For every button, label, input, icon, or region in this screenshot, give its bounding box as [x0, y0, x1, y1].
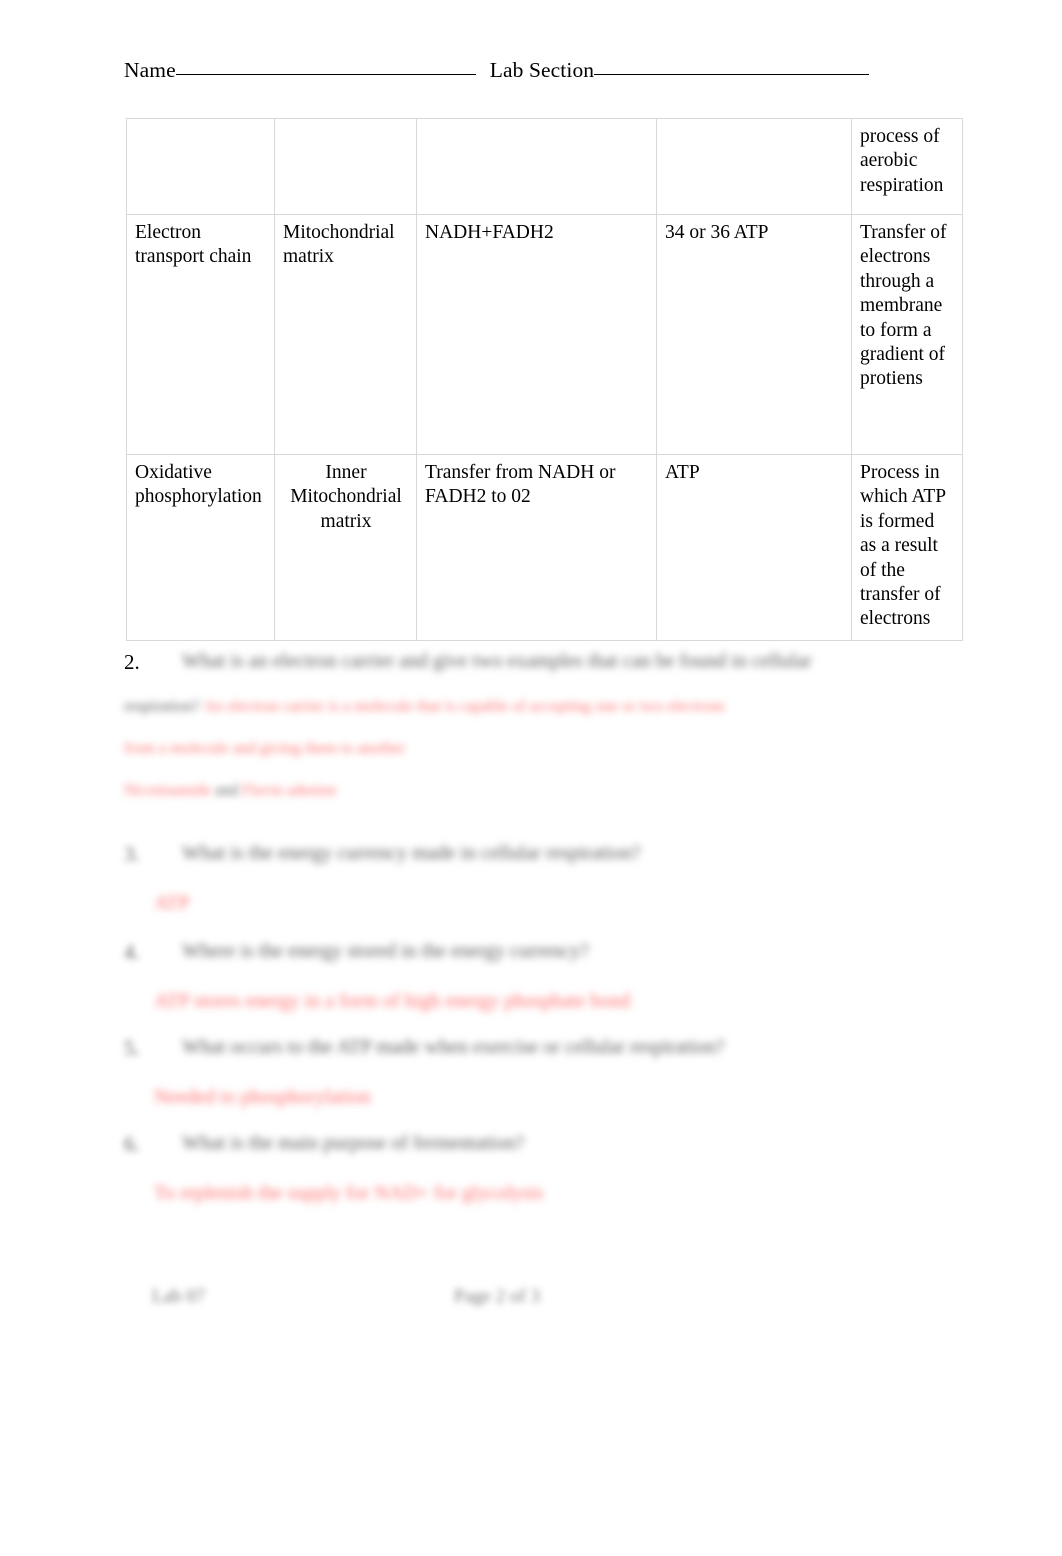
- question-2: 2. What is an electron carrier and give …: [124, 648, 954, 800]
- question-4-answer: ATP stores energy in a form of high ener…: [154, 990, 631, 1013]
- question-6: 6. What is the main purpose of fermentat…: [124, 1130, 954, 1207]
- cell-reactants: NADH+FADH2: [416, 214, 657, 455]
- question-3: 3. What is the energy currency made in c…: [124, 840, 954, 917]
- question-2-prompt-cont: respiration?: [124, 698, 200, 716]
- document-page: Name Lab Section process of aerobic resp…: [0, 0, 1062, 1556]
- question-4-number: 4.: [124, 940, 140, 964]
- cell-products: [656, 118, 852, 215]
- document-footer: Lab 07 Page 2 of 3: [124, 1286, 954, 1308]
- question-3-number: 3.: [124, 842, 140, 866]
- question-3-answer: ATP: [154, 892, 190, 915]
- question-4-prompt: Where is the energy stored in the energy…: [182, 940, 589, 962]
- respiration-table: process of aerobic respiration Electron …: [126, 118, 963, 641]
- cell-description: Transfer of electrons through a membrane…: [851, 214, 963, 455]
- question-3-prompt: What is the energy currency made in cell…: [182, 842, 641, 864]
- question-6-number: 6.: [124, 1132, 140, 1156]
- cell-process: [126, 118, 275, 215]
- question-2-number: 2.: [124, 650, 140, 674]
- cell-reactants: Transfer from NADH or FADH2 to 02: [416, 454, 657, 641]
- question-2-answer-line-1: An electron carrier is a molecule that i…: [203, 698, 726, 716]
- question-6-prompt: What is the main purpose of fermentation…: [182, 1132, 525, 1154]
- cell-location: Inner Mitochondrial matrix: [274, 454, 417, 641]
- footer-page-number: Page 2 of 3: [454, 1286, 541, 1307]
- cell-description: process of aerobic respiration: [851, 118, 963, 215]
- question-2-answer-conjunction: and: [215, 782, 239, 800]
- document-header: Name Lab Section: [124, 58, 934, 88]
- name-label: Name: [124, 58, 176, 82]
- question-5-number: 5.: [124, 1036, 140, 1060]
- table-row: Oxidative phosphorylation Inner Mitochon…: [126, 454, 963, 641]
- table-row: process of aerobic respiration: [126, 118, 963, 215]
- lab-section-fill-in-line[interactable]: [594, 74, 870, 75]
- table-row: Electron transport chain Mitochondrial m…: [126, 214, 963, 455]
- cell-process: Oxidative phosphorylation: [126, 454, 275, 641]
- question-4: 4. Where is the energy stored in the ene…: [124, 938, 954, 1015]
- question-6-answer: To replenish the supply for NAD+ for gly…: [154, 1182, 544, 1205]
- lab-section-label: Lab Section: [489, 58, 595, 82]
- cell-reactants: [416, 118, 657, 215]
- cell-process: Electron transport chain: [126, 214, 275, 455]
- cell-location: Mitochondrial matrix: [274, 214, 417, 455]
- cell-description: Process in which ATP is formed as a resu…: [851, 454, 963, 641]
- question-2-answer-line-3a: Nicotinamide: [124, 782, 212, 800]
- question-2-prompt: What is an electron carrier and give two…: [182, 650, 812, 672]
- question-5-prompt: What occurs to the ATP made when exercis…: [182, 1036, 725, 1058]
- question-2-answer-line-2: from a molecule and giving them to anoth…: [124, 740, 406, 758]
- cell-location: [274, 118, 417, 215]
- question-5-answer: Needed to phosphorylation: [154, 1086, 371, 1109]
- question-5: 5. What occurs to the ATP made when exer…: [124, 1034, 954, 1111]
- cell-products: 34 or 36 ATP: [656, 214, 852, 455]
- footer-lab-label: Lab 07: [152, 1286, 206, 1307]
- question-2-answer-line-3b: Flavin adenine: [242, 782, 337, 800]
- cell-products: ATP: [656, 454, 852, 641]
- name-fill-in-line[interactable]: [175, 74, 476, 75]
